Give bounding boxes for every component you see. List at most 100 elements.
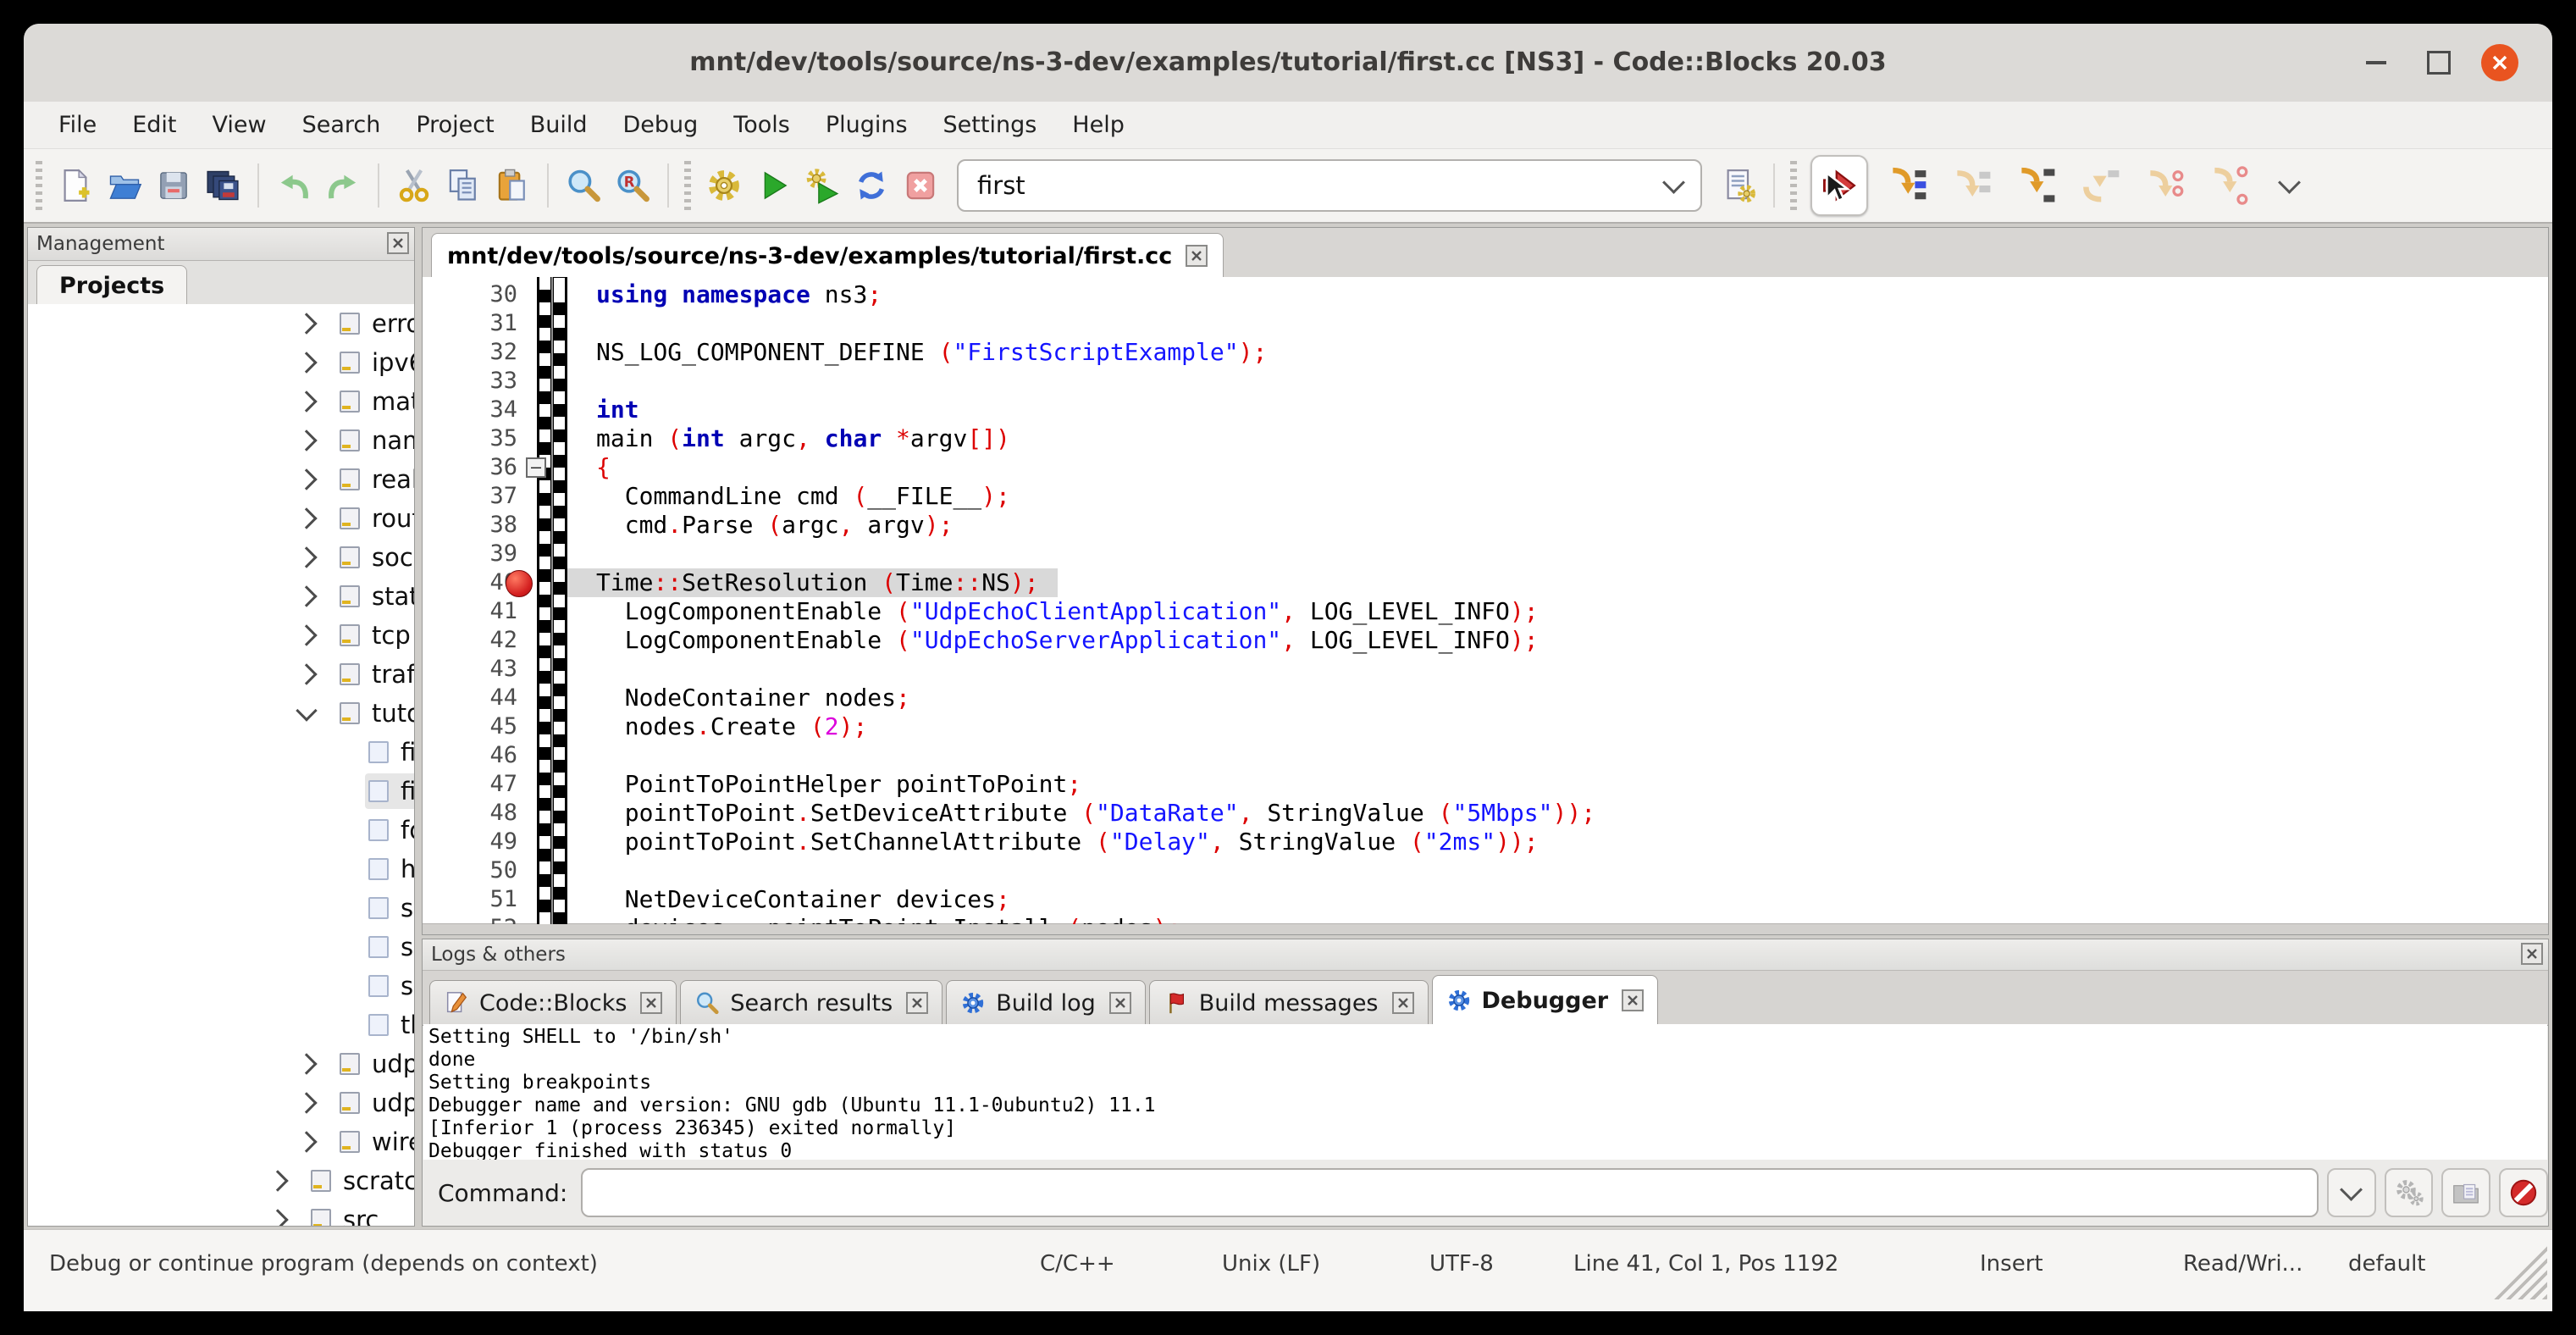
step-out-button[interactable] — [2071, 157, 2125, 214]
line-number[interactable]: 39 — [423, 540, 517, 568]
code-line-37[interactable]: 37 CommandLine cmd (__FILE__); — [423, 482, 2548, 511]
menu-search[interactable]: Search — [285, 102, 399, 149]
command-history-dropdown[interactable] — [2327, 1168, 2376, 1217]
code-line-40[interactable]: 40Time::SetResolution (Time::NS); — [423, 568, 2548, 597]
tree-item-udp[interactable]: udp — [28, 1044, 414, 1083]
expand-arrow-icon[interactable] — [296, 663, 317, 684]
code-line-42[interactable]: 42 LogComponentEnable ("UdpEchoServerApp… — [423, 626, 2548, 655]
expand-arrow-icon[interactable] — [267, 1170, 288, 1191]
menu-project[interactable]: Project — [398, 102, 511, 149]
code-line-39[interactable]: 39 — [423, 540, 2548, 568]
project-tree[interactable]: erroipv6matnamreallroutsockstattcptraflt… — [28, 304, 414, 1226]
line-number[interactable]: 46 — [423, 741, 517, 770]
build-and-run-button[interactable] — [798, 158, 847, 213]
tree-item-reall[interactable]: reall — [28, 460, 414, 499]
copy-button[interactable] — [439, 158, 488, 213]
save-all-button[interactable] — [198, 158, 247, 213]
line-number[interactable]: 49 — [423, 828, 517, 856]
tree-item-rout[interactable]: rout — [28, 499, 414, 538]
tree-item-src[interactable]: src — [28, 1200, 414, 1226]
line-number[interactable]: 31 — [423, 309, 517, 338]
debug-continue-button[interactable] — [1810, 155, 1868, 216]
expand-arrow-icon[interactable] — [296, 507, 317, 529]
line-number[interactable]: 48 — [423, 799, 517, 828]
code-line-51[interactable]: 51 NetDeviceContainer devices; — [423, 885, 2548, 914]
menu-build[interactable]: Build — [512, 102, 605, 149]
tree-item-scratch[interactable]: scratch — [28, 1161, 414, 1200]
line-number[interactable]: 44 — [423, 684, 517, 712]
editor-tab-first-cc[interactable]: mnt/dev/tools/source/ns-3-dev/examples/t… — [431, 233, 1224, 278]
code-line-44[interactable]: 44 NodeContainer nodes; — [423, 684, 2548, 712]
log-tab-build-log[interactable]: Build log — [946, 980, 1146, 1025]
save-button[interactable] — [149, 158, 198, 213]
new-file-button[interactable] — [51, 158, 100, 213]
line-number[interactable]: 50 — [423, 856, 517, 885]
paste-button[interactable] — [488, 158, 537, 213]
minimize-button[interactable] — [2358, 44, 2395, 81]
cut-button[interactable] — [390, 158, 439, 213]
build-button[interactable] — [699, 158, 749, 213]
menu-help[interactable]: Help — [1054, 102, 1142, 149]
expand-arrow-icon[interactable] — [296, 585, 317, 607]
expand-arrow-icon[interactable] — [296, 624, 317, 645]
menu-plugins[interactable]: Plugins — [808, 102, 926, 149]
line-number[interactable]: 38 — [423, 511, 517, 540]
code-line-33[interactable]: 33 — [423, 367, 2548, 396]
tree-item-stat[interactable]: stat — [28, 577, 414, 616]
tree-item-he[interactable]: he — [28, 850, 414, 889]
find-button[interactable] — [559, 158, 608, 213]
rebuild-button[interactable] — [847, 158, 896, 213]
expand-arrow-icon[interactable] — [296, 1131, 317, 1152]
tree-item-six[interactable]: six — [28, 967, 414, 1005]
close-tab-icon[interactable] — [906, 992, 928, 1014]
line-number[interactable]: 52 — [423, 914, 517, 924]
maximize-button[interactable] — [2420, 44, 2457, 81]
line-number[interactable]: 45 — [423, 712, 517, 741]
line-number[interactable]: 40 — [423, 568, 517, 597]
stop-debugger-button[interactable] — [2499, 1168, 2548, 1217]
expand-arrow-icon[interactable] — [296, 391, 317, 412]
line-number[interactable]: 47 — [423, 770, 517, 799]
code-line-32[interactable]: 32NS_LOG_COMPONENT_DEFINE ("FirstScriptE… — [423, 338, 2548, 367]
code-line-46[interactable]: 46 — [423, 741, 2548, 770]
expand-arrow-icon[interactable] — [296, 1092, 317, 1113]
code-line-45[interactable]: 45 nodes.Create (2); — [423, 712, 2548, 741]
tab-projects[interactable]: Projects — [36, 265, 187, 306]
tree-item-tcp[interactable]: tcp — [28, 616, 414, 655]
breakpoint-icon[interactable] — [506, 570, 533, 597]
build-target-combo[interactable]: first — [957, 159, 1702, 212]
tree-item-sock[interactable]: sock — [28, 538, 414, 577]
line-number[interactable]: 35 — [423, 424, 517, 453]
next-instruction-button[interactable] — [2136, 157, 2190, 214]
code-line-49[interactable]: 49 pointToPoint.SetChannelAttribute ("De… — [423, 828, 2548, 856]
log-tab-search-results[interactable]: Search results — [680, 980, 943, 1025]
line-number[interactable]: 37 — [423, 482, 517, 511]
log-tab-code-blocks[interactable]: Code::Blocks — [429, 980, 677, 1025]
line-number[interactable]: 51 — [423, 885, 517, 914]
close-management-button[interactable] — [387, 232, 409, 254]
tree-item-fo[interactable]: fo — [28, 811, 414, 850]
run-to-cursor-button[interactable] — [1878, 157, 1932, 214]
title-bar[interactable]: mnt/dev/tools/source/ns-3-dev/examples/t… — [24, 24, 2552, 102]
line-number[interactable]: 32 — [423, 338, 517, 367]
line-number[interactable]: 41 — [423, 597, 517, 626]
line-number[interactable]: 30 — [423, 280, 517, 309]
code-line-31[interactable]: 31 — [423, 309, 2548, 338]
tree-item-trafl[interactable]: trafl — [28, 655, 414, 694]
close-tab-icon[interactable] — [1622, 989, 1644, 1011]
tree-item-fir[interactable]: fir — [28, 772, 414, 811]
tree-item-mat[interactable]: mat — [28, 382, 414, 421]
tree-item-se[interactable]: se — [28, 928, 414, 967]
menu-file[interactable]: File — [41, 102, 114, 149]
collapse-arrow-icon[interactable] — [296, 700, 317, 721]
debugger-log-output[interactable]: Setting SHELL to '/bin/sh'doneSetting br… — [423, 1024, 2547, 1163]
expand-arrow-icon[interactable] — [296, 546, 317, 568]
expand-arrow-icon[interactable] — [296, 468, 317, 490]
menu-view[interactable]: View — [194, 102, 284, 149]
close-editor-tab-button[interactable] — [1186, 245, 1208, 267]
expand-arrow-icon[interactable] — [296, 313, 317, 334]
line-number[interactable]: 36 — [423, 453, 517, 482]
code-line-30[interactable]: 30using namespace ns3; — [423, 280, 2548, 309]
log-tab-debugger[interactable]: Debugger — [1432, 975, 1659, 1025]
code-line-50[interactable]: 50 — [423, 856, 2548, 885]
